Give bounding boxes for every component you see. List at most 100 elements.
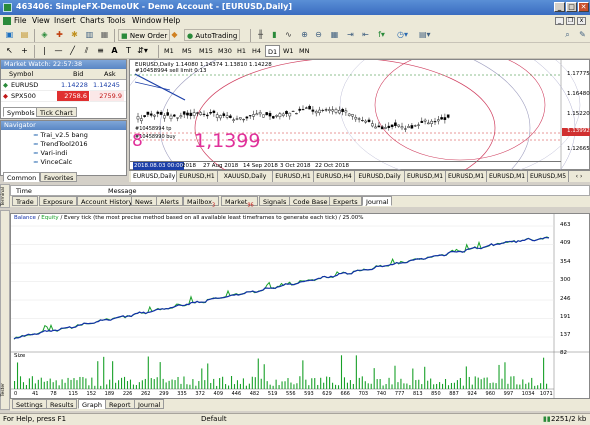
timeframe-m1[interactable]: M1 [162,45,176,57]
timeframe-m15[interactable]: M15 [197,45,215,57]
chart-tab[interactable]: EURUSD,Daily [131,171,177,182]
indicators-icon[interactable]: f▾ [375,29,388,41]
chat-icon[interactable]: ✎ [576,29,589,41]
column-ask[interactable]: Ask [104,69,116,80]
maximize-button[interactable]: □ [566,2,577,12]
metaeditor-icon[interactable]: ◆ [168,29,181,41]
vertical-line-icon[interactable]: | [38,45,51,57]
close-button[interactable]: ✕ [578,2,589,12]
tab-tester-journal[interactable]: Journal [134,399,165,409]
price-chart[interactable] [130,60,590,171]
chart-tab[interactable]: EURUSD,M1 [487,171,528,182]
profiles-icon[interactable]: ▤ [18,29,31,41]
menu-charts[interactable]: Charts [80,16,105,25]
tab-signals[interactable]: Signals [259,196,291,206]
chart-tab-scroll-arrows[interactable]: ‹ › [571,171,587,182]
chart-window[interactable]: EURUSD,Daily 1.14080 1.14374 1.13810 1.1… [129,59,590,171]
menu-insert[interactable]: Insert [54,16,76,25]
timeframe-mn[interactable]: MN [297,45,311,57]
horizontal-line-icon[interactable]: — [52,45,65,57]
tab-market[interactable]: Market96 [221,196,258,208]
menu-window[interactable]: Window [132,16,162,25]
tester-graph[interactable]: Balance / Equity / Every tick (the most … [10,213,590,400]
trendline-icon[interactable]: ╱ [66,45,79,57]
chart-tab[interactable]: XAUUSD,Daily [218,171,273,182]
timeframe-m30[interactable]: M30 [216,45,234,57]
tab-news[interactable]: News [131,196,157,206]
tab-trade[interactable]: Trade [12,196,38,206]
bar-chart-icon[interactable]: ╫ [254,29,267,41]
tab-experts[interactable]: Experts [329,196,362,206]
tab-results[interactable]: Results [46,399,78,409]
timeframe-h4[interactable]: H4 [250,45,263,57]
timeframe-m5[interactable]: M5 [180,45,194,57]
chart-tab[interactable]: EURUSD,H1 [273,171,314,182]
timeframe-w1[interactable]: W1 [281,45,296,57]
zoom-in-icon[interactable]: ⊕ [298,29,311,41]
market-watch-row[interactable]: ◆ EURUSD 1.14228 1.14245 [1,80,126,91]
column-bid[interactable]: Bid [73,69,83,80]
zoom-out-icon[interactable]: ⊖ [312,29,325,41]
tab-account-history[interactable]: Account History [77,196,137,206]
mdi-minimize-button[interactable]: _ [555,17,564,25]
data-window-icon[interactable]: ✚ [53,29,66,41]
tab-code-base[interactable]: Code Base [289,196,332,206]
terminal-side-handle[interactable]: Terminal [0,184,10,208]
tab-favorites[interactable]: Favorites [40,172,78,182]
tile-windows-icon[interactable]: ▦ [328,29,341,41]
navigator-item[interactable]: ≈ Vari-indi [33,149,88,158]
label-icon[interactable]: T [122,45,135,57]
tab-exposure[interactable]: Exposure [39,196,78,206]
templates-icon[interactable]: ▤▾ [418,29,431,41]
navigator-item[interactable]: ≈ TrendTool2016 [33,140,88,149]
tab-report[interactable]: Report [105,399,135,409]
tab-journal[interactable]: Journal [362,196,393,206]
market-watch-icon[interactable]: ◈ [38,29,51,41]
minimize-button[interactable]: _ [554,2,565,12]
new-chart-icon[interactable]: ▣ [3,29,16,41]
column-time[interactable]: Time [16,186,32,196]
menu-file[interactable]: File [14,16,27,25]
autotrading-button[interactable]: ● AutoTrading [184,29,241,41]
tab-alerts[interactable]: Alerts [156,196,183,206]
periods-icon[interactable]: ◷▾ [396,29,409,41]
timeframe-d1[interactable]: D1 [265,45,281,57]
tab-tick-chart[interactable]: Tick Chart [36,107,77,117]
chart-shift-icon[interactable]: ⇤ [359,29,372,41]
chart-tab[interactable]: EURUSD,M1 [446,171,487,182]
tab-common[interactable]: Common [3,172,41,182]
chart-tab[interactable]: EURUSD,H4 [314,171,355,182]
channel-icon[interactable]: ⫽ [80,45,93,57]
line-chart-icon[interactable]: ∿ [282,29,295,41]
candlestick-icon[interactable]: ▮ [268,29,281,41]
column-message[interactable]: Message [108,186,137,196]
arrows-icon[interactable]: ⇵▾ [136,45,149,57]
tester-icon[interactable]: ▦ [98,29,111,41]
fibonacci-icon[interactable]: ≡ [94,45,107,57]
menu-help[interactable]: Help [163,16,180,25]
timeframe-h1[interactable]: H1 [235,45,248,57]
navigator-item[interactable]: ≈ VinceCalc [33,158,88,167]
mdi-restore-button[interactable]: ❐ [566,17,575,25]
terminal-icon[interactable]: ▥ [83,29,96,41]
menu-tools[interactable]: Tools [107,16,125,25]
market-watch-row[interactable]: ◆ SPX500 2758.6 2759.9 [1,91,126,102]
autoscroll-icon[interactable]: ⇥ [344,29,357,41]
crosshair-icon[interactable]: + [18,45,31,57]
chart-tab[interactable]: EURUSD,M1 [405,171,446,182]
tester-side-handle[interactable]: Tester [0,210,10,410]
navigator-icon[interactable]: ✱ [68,29,81,41]
new-order-button[interactable]: ■ New Order [118,29,171,41]
chart-tab[interactable]: EURUSD,Daily [355,171,405,182]
text-icon[interactable]: A [108,45,121,57]
chart-tab[interactable]: EURUSD,H1 [177,171,218,182]
column-symbol[interactable]: Symbol [9,69,33,80]
cursor-icon[interactable]: ↖ [3,45,16,57]
navigator-item[interactable]: ≈ Trai_v2.5 bang [33,131,88,140]
tab-graph[interactable]: Graph [78,399,106,409]
chart-tab[interactable]: EURUSD,M5 [528,171,569,182]
menu-view[interactable]: View [32,16,50,25]
tab-settings[interactable]: Settings [12,399,47,409]
mdi-close-button[interactable]: x [577,17,586,25]
tab-mailbox[interactable]: Mailbox3 [183,196,220,208]
